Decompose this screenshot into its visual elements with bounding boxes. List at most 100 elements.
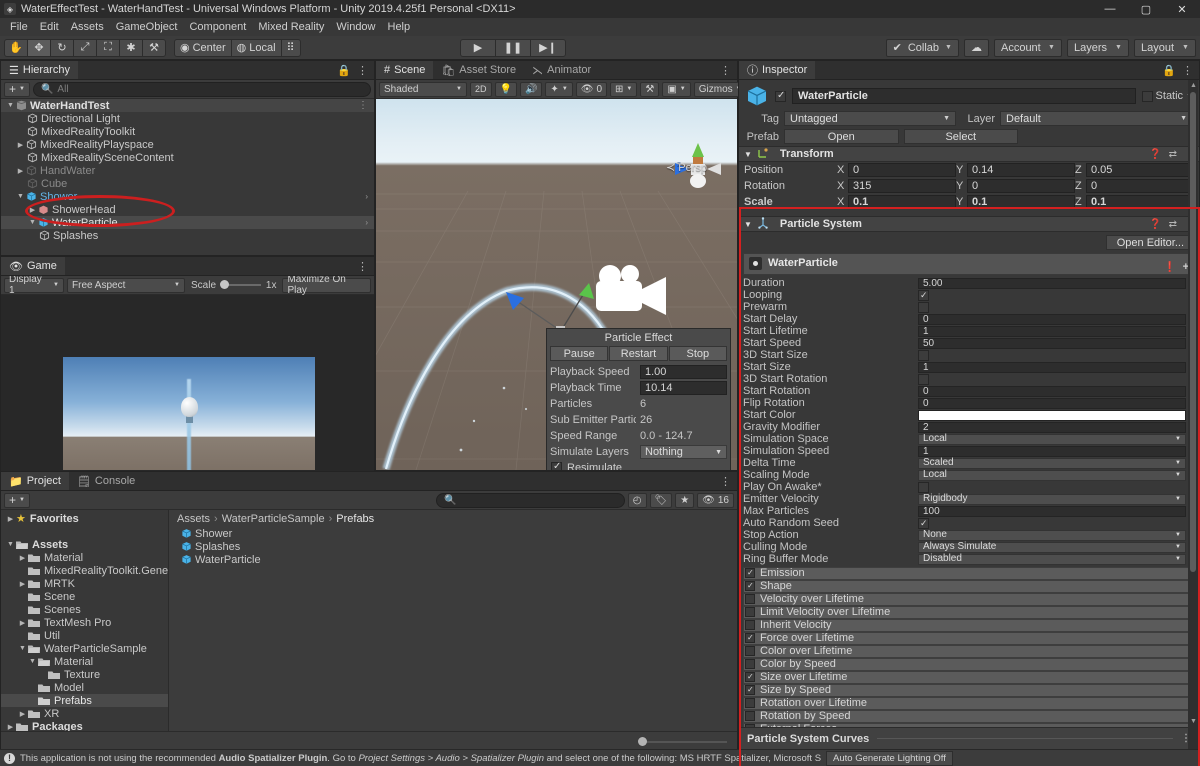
chevron-down-icon[interactable]: ▼ — [27, 219, 38, 226]
lock-icon[interactable]: 🔒 — [1162, 64, 1176, 77]
inspector-scrollbar[interactable]: ▲ ▼ — [1188, 80, 1198, 749]
module-inherit-velocity[interactable]: Inherit Velocity — [743, 619, 1195, 632]
project-row-waterparticlesample[interactable]: ▼ WaterParticleSample — [1, 642, 168, 655]
transform-component-header[interactable]: ▼ Transform ❓ ⇄ ⋮ — [739, 146, 1199, 162]
layers-dropdown[interactable]: Layers ▼ — [1066, 38, 1129, 57]
hierarchy-row-shower[interactable]: ▼ Shower › — [1, 190, 374, 203]
filter-by-label-button[interactable]: 🏷 — [649, 492, 673, 508]
close-button[interactable]: ✕ — [1164, 0, 1200, 18]
play-on-awake-checkbox[interactable] — [918, 481, 929, 493]
scene-camera-settings[interactable]: ▣ ▼ — [662, 81, 691, 97]
hand-tool-icon[interactable]: ✋ — [4, 38, 28, 57]
kebab-menu-icon[interactable]: ⋮ — [357, 64, 368, 77]
hierarchy-row-mixedrealityscenecontent[interactable]: MixedRealitySceneContent — [1, 151, 374, 164]
scroll-down-icon[interactable]: ▼ — [1190, 718, 1197, 725]
stop-action-dropdown[interactable]: None ▼ — [918, 529, 1186, 541]
3d-start-size-checkbox[interactable] — [918, 349, 929, 361]
limit-velocity-over-lifetime-checkbox[interactable] — [745, 607, 755, 618]
scene-audio-toggle[interactable]: 🔊 — [519, 81, 543, 97]
prewarm-checkbox[interactable] — [918, 301, 929, 313]
particle-system-component-header[interactable]: ▼ Particle System ❓ ⇄ ⋮ — [739, 216, 1199, 232]
chevron-down-icon[interactable]: ▼ — [744, 220, 752, 229]
collab-button[interactable]: ✔ Collab ▼ — [885, 38, 959, 57]
hierarchy-row-cube[interactable]: Cube — [1, 177, 374, 190]
hierarchy-add-button[interactable]: + ▼ — [4, 81, 30, 97]
duration-input[interactable]: 5.00 — [918, 277, 1186, 289]
force-over-lifetime-checkbox[interactable] — [745, 632, 755, 644]
position-y-input[interactable]: 0.14 — [967, 163, 1075, 177]
list-item[interactable]: WaterParticle — [169, 553, 737, 566]
scrollbar-thumb[interactable] — [1190, 92, 1196, 572]
culling-mode-dropdown[interactable]: Always Simulate ▼ — [918, 541, 1186, 553]
menu-file[interactable]: File — [4, 18, 34, 36]
max-particles-input[interactable]: 100 — [918, 505, 1186, 517]
pause-button[interactable]: Pause — [550, 346, 609, 361]
prefab-enter-icon[interactable]: › — [365, 218, 368, 227]
position-x-input[interactable]: 0 — [848, 163, 956, 177]
simulate-layers-dropdown[interactable]: Nothing ▼ — [640, 445, 727, 459]
layout-dropdown[interactable]: Layout ▼ — [1133, 38, 1196, 57]
rotation-over-lifetime-checkbox[interactable] — [745, 698, 755, 709]
start-size-input[interactable]: 1 — [918, 361, 1186, 373]
hierarchy-row-handwater[interactable]: ▶ HandWater — [1, 164, 374, 177]
project-row-scenes[interactable]: Scenes — [1, 603, 168, 616]
project-row-mrtk-generated[interactable]: MixedRealityToolkit.Genera — [1, 564, 168, 577]
resimulate-checkbox[interactable] — [551, 461, 562, 470]
tab-asset-store[interactable]: 🛍 Asset Store — [433, 61, 524, 79]
scene-hidden-objects[interactable]: 👁 0 — [575, 81, 608, 97]
chevron-right-icon[interactable]: ▶ — [17, 619, 28, 627]
scale-slider[interactable] — [219, 279, 263, 291]
help-icon[interactable]: ❓ — [1149, 219, 1161, 230]
lock-icon[interactable]: 🔒 — [337, 64, 351, 77]
scaling-mode-dropdown[interactable]: Local ▼ — [918, 469, 1186, 481]
project-add-button[interactable]: + ▼ — [4, 492, 30, 508]
velocity-over-lifetime-checkbox[interactable] — [745, 594, 755, 605]
project-search-input[interactable]: 🔍 — [435, 492, 625, 508]
shape-checkbox[interactable] — [745, 580, 755, 592]
project-row-mrtk[interactable]: ▶ MRTK — [1, 577, 168, 590]
color-by-speed-checkbox[interactable] — [745, 659, 755, 670]
scale-x-input[interactable]: 0.1 — [848, 195, 956, 209]
breadcrumb-prefabs[interactable]: Prefabs — [336, 513, 374, 525]
hierarchy-row-mixedrealityplayspace[interactable]: ▶ MixedRealityPlayspace — [1, 138, 374, 151]
3d-start-rotation-checkbox[interactable] — [918, 373, 929, 385]
preset-icon[interactable]: ⇄ — [1169, 219, 1177, 230]
draw-mode-dropdown[interactable]: Shaded ▼ — [379, 81, 467, 97]
module-size-over-lifetime[interactable]: Size over Lifetime — [743, 671, 1195, 684]
hierarchy-row-scene[interactable]: ▼ WaterHandTest ⋮ — [1, 99, 374, 112]
kebab-menu-icon[interactable]: ⋮ — [1182, 64, 1193, 77]
project-row-assets[interactable]: ▼ Assets — [1, 538, 168, 551]
module-size-by-speed[interactable]: Size by Speed — [743, 684, 1195, 697]
menu-assets[interactable]: Assets — [65, 18, 110, 36]
start-lifetime-input[interactable]: 1 — [918, 325, 1186, 337]
auto-generate-lighting-button[interactable]: Auto Generate Lighting Off — [826, 750, 953, 766]
tab-console[interactable]: 🗒 Console — [69, 472, 143, 490]
transform-tool-icon[interactable]: ✱ — [119, 38, 143, 57]
size-by-speed-checkbox[interactable] — [745, 684, 755, 696]
position-z-input[interactable]: 0.05 — [1086, 163, 1194, 177]
scene-lighting-toggle[interactable]: 💡 — [494, 81, 517, 97]
tag-dropdown[interactable]: Untagged ▼ — [784, 111, 956, 126]
menu-window[interactable]: Window — [330, 18, 381, 36]
simulation-speed-input[interactable]: 1 — [918, 445, 1186, 457]
tab-hierarchy[interactable]: ☰ Hierarchy — [1, 61, 78, 79]
static-toggle[interactable]: Static ▼ — [1141, 90, 1193, 102]
particle-system-curves-footer[interactable]: Particle System Curves ⋮ — [739, 727, 1199, 749]
chevron-right-icon[interactable]: ▶ — [27, 206, 38, 214]
hierarchy-search-input[interactable]: 🔍 All — [32, 81, 371, 97]
emission-checkbox[interactable] — [745, 567, 755, 579]
cloud-button[interactable]: ☁ — [963, 38, 989, 57]
module-limit-velocity-over-lifetime[interactable]: Limit Velocity over Lifetime — [743, 606, 1195, 619]
filter-favorites-button[interactable]: ★ — [675, 492, 695, 508]
chevron-down-icon[interactable]: ▼ — [27, 658, 38, 665]
prefab-enter-icon[interactable]: › — [365, 192, 368, 201]
filter-by-type-button[interactable]: ◴ — [627, 492, 647, 508]
rotation-by-speed-checkbox[interactable] — [745, 711, 755, 722]
scene-grid-visibility[interactable]: ⊞ ▼ — [610, 81, 638, 97]
module-color-over-lifetime[interactable]: Color over Lifetime — [743, 645, 1195, 658]
project-row-texture[interactable]: Texture — [1, 668, 168, 681]
scale-z-input[interactable]: 0.1 — [1086, 195, 1194, 209]
menu-help[interactable]: Help — [382, 18, 417, 36]
project-folder-tree[interactable]: ▶ ★ Favorites ▼ Assets ▶ Material MixedR… — [1, 510, 169, 733]
kebab-menu-icon[interactable]: ⋮ — [358, 100, 368, 111]
